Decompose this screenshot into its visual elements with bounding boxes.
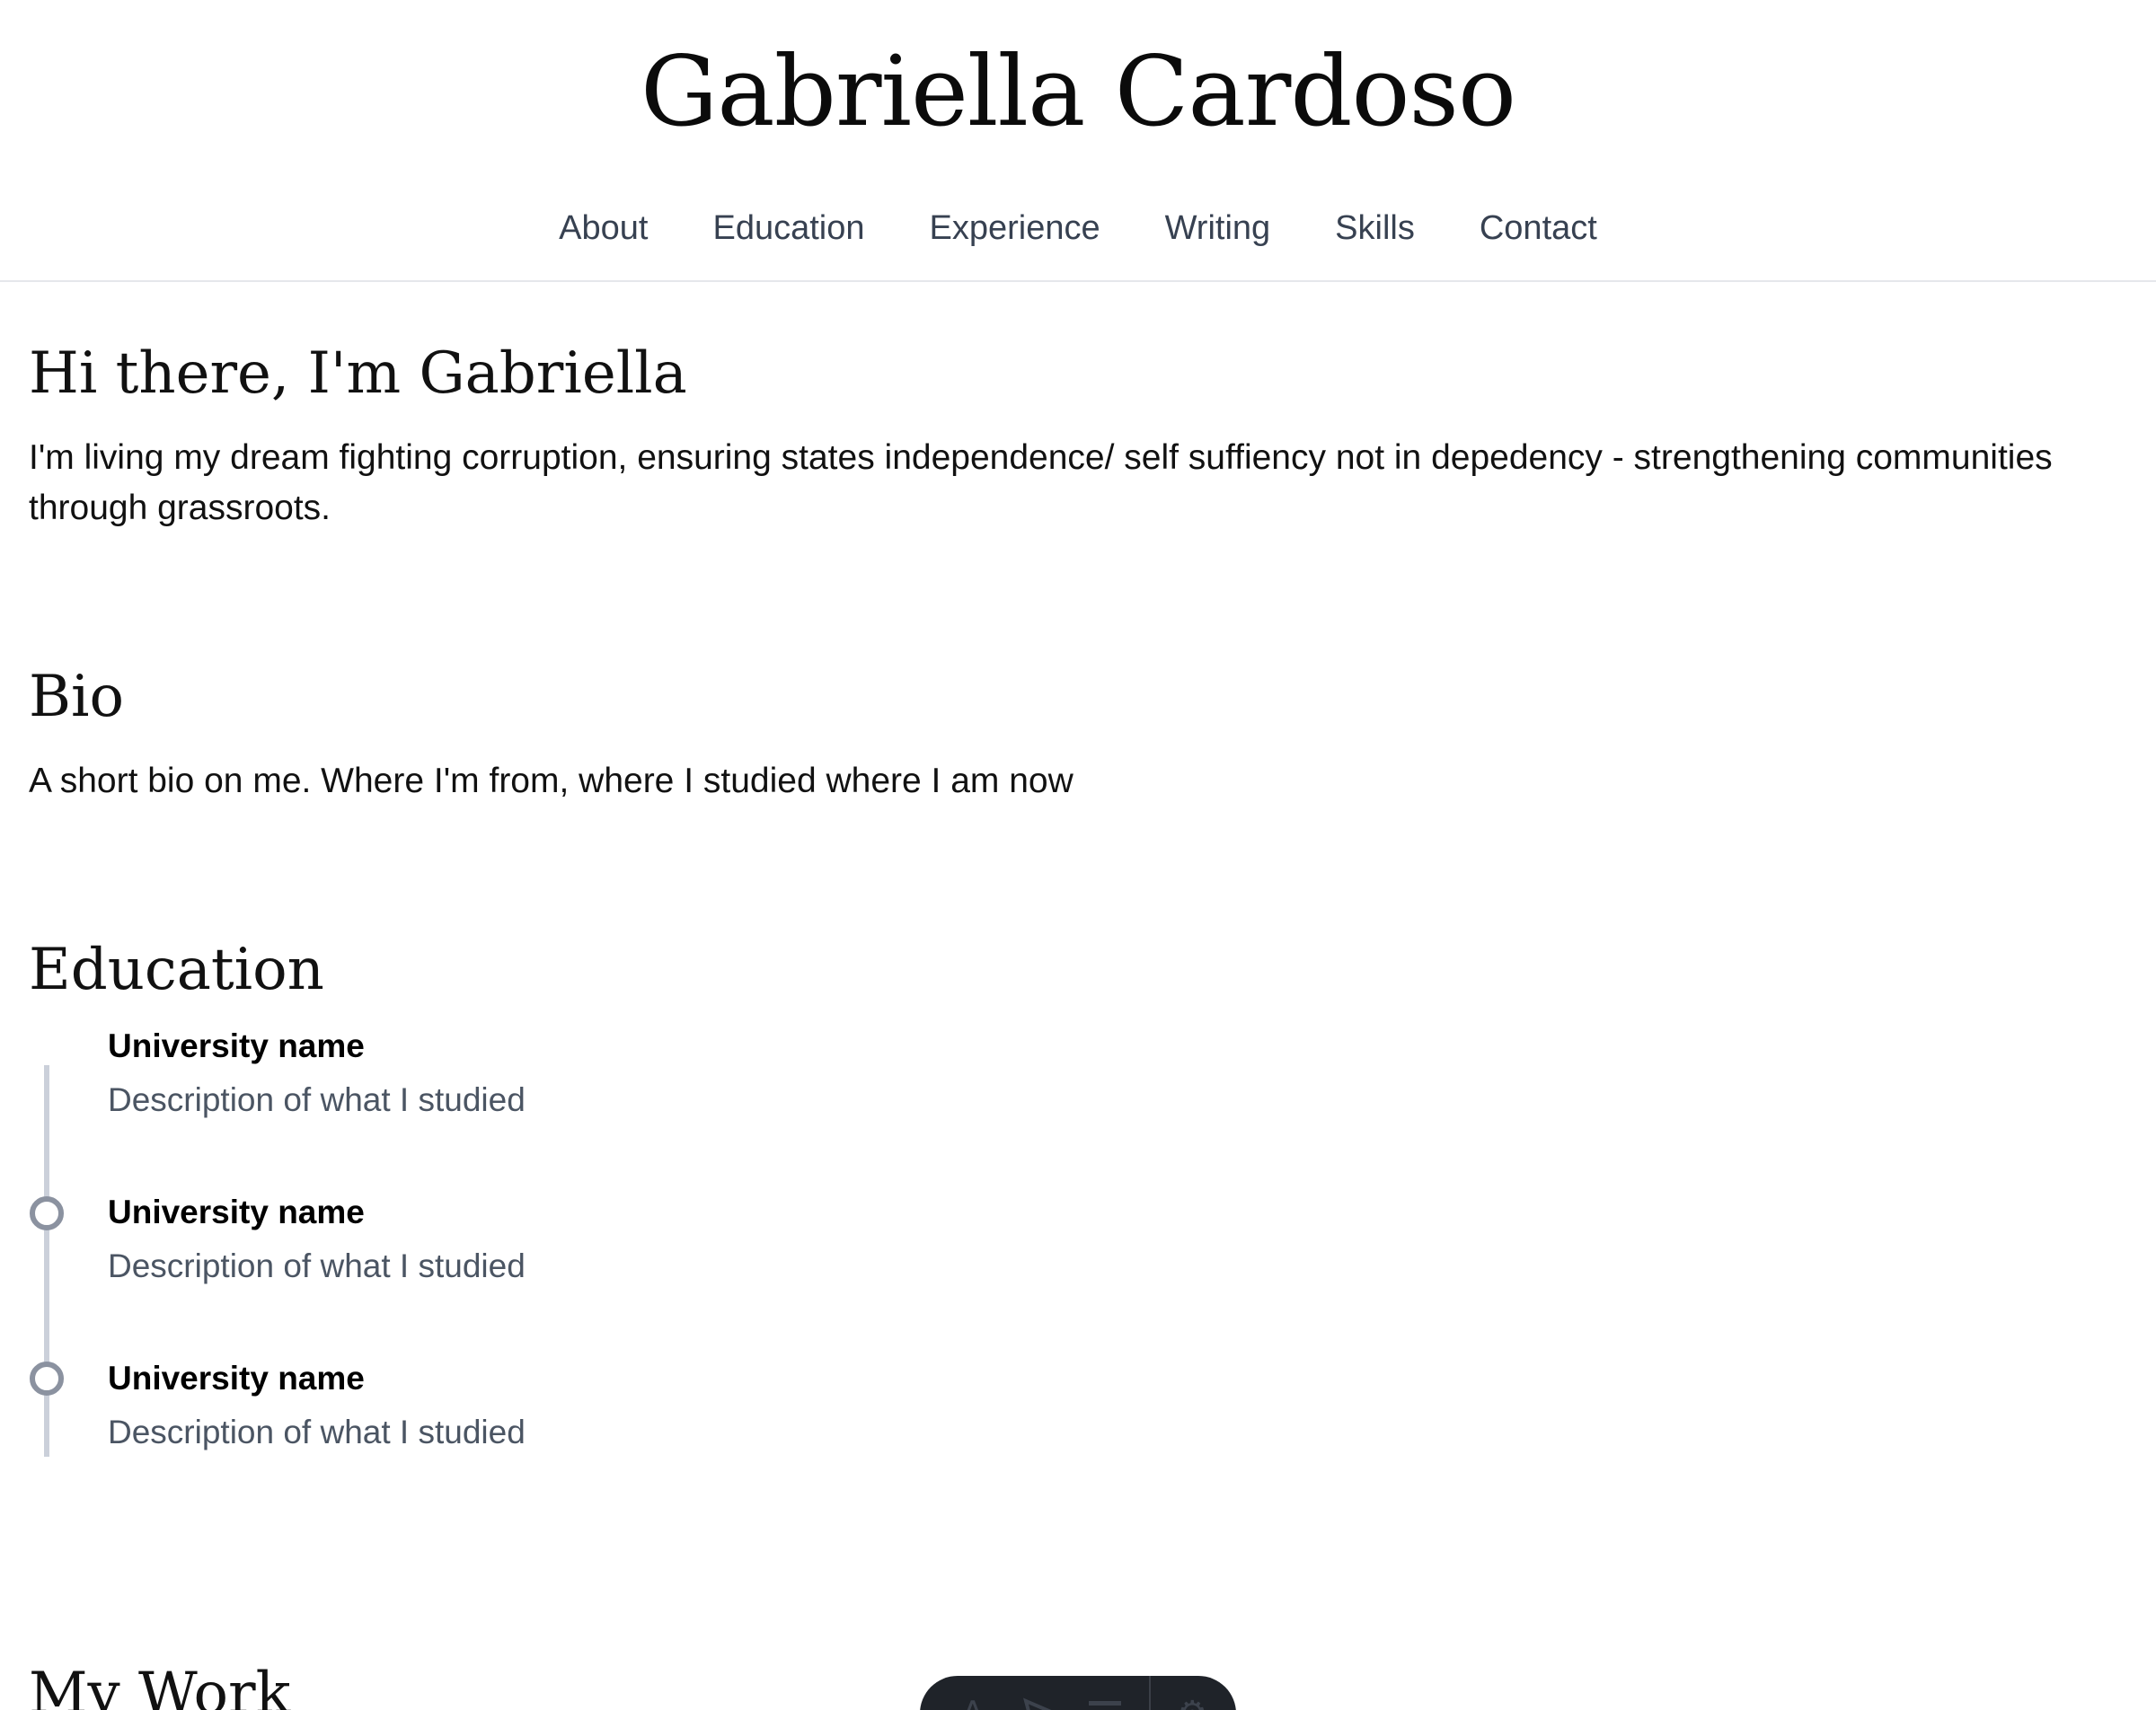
timeline-dot [30,1196,64,1230]
toolbar-separator [1148,1676,1151,1710]
bio-text: A short bio on me. Where I'm from, where… [29,762,1074,800]
site-header: Gabriella Cardoso About Education Experi… [0,0,2156,282]
main-nav: About Education Experience Writing Skill… [0,203,2156,253]
floating-toolbar: A ⚙ [920,1676,1236,1710]
nav-contact[interactable]: Contact [1480,203,1597,253]
university-name: University name [108,1194,365,1230]
education-item: University name Description of what I st… [108,1022,1186,1124]
site-title: Gabriella Cardoso [641,36,1516,148]
text-style-icon[interactable]: A [950,1696,995,1710]
nav-experience[interactable]: Experience [930,203,1100,253]
timeline-dot [30,1362,64,1396]
bio-heading: Bio [29,664,125,730]
education-item: University name Description of what I st… [108,1188,1186,1291]
settings-icon[interactable]: ⚙ [1171,1696,1215,1710]
university-name: University name [108,1360,365,1397]
nav-writing[interactable]: Writing [1165,203,1271,253]
education-heading: Education [29,937,324,1003]
hero-heading: Hi there, I'm Gabriella [29,340,687,407]
menu-icon[interactable] [1082,1696,1127,1710]
hero-text: I'm living my dream fighting corruption,… [29,438,2053,527]
work-heading: My Work [29,1661,291,1710]
study-description: Description of what I studied [108,1081,526,1118]
nav-about[interactable]: About [559,203,648,253]
education-item: University name Description of what I st… [108,1354,1186,1457]
nav-skills[interactable]: Skills [1335,203,1415,253]
nav-education[interactable]: Education [712,203,864,253]
university-name: University name [108,1027,365,1064]
pointer-icon[interactable] [1017,1696,1062,1710]
study-description: Description of what I studied [108,1247,526,1284]
study-description: Description of what I studied [108,1414,526,1450]
timeline-line [44,1065,49,1457]
